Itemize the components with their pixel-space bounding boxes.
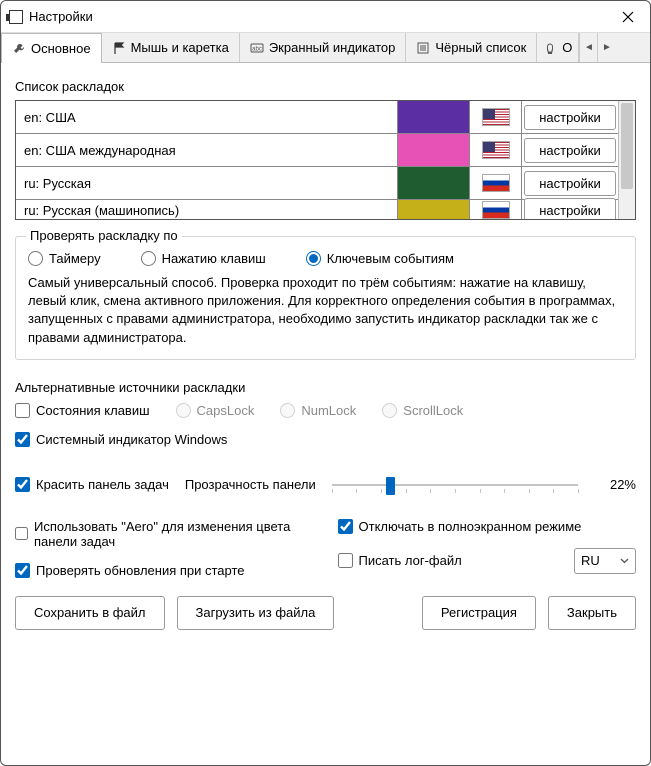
radio-scroll: ScrollLock (382, 403, 463, 418)
register-button[interactable]: Регистрация (422, 596, 536, 630)
check-group-title: Проверять раскладку по (26, 228, 182, 243)
tab-main[interactable]: Основное (1, 33, 102, 63)
layout-color-swatch (398, 134, 470, 166)
check-logfile-label: Писать лог-файл (359, 553, 462, 568)
close-icon (622, 11, 634, 23)
svg-text:abc: abc (252, 46, 262, 52)
check-group: Проверять раскладку по Таймеру Нажатию к… (15, 236, 636, 360)
check-updates[interactable]: Проверять обновления при старте (15, 563, 314, 578)
alt-sources: Альтернативные источники раскладки Состо… (15, 380, 636, 447)
check-sysind-label: Системный индикатор Windows (36, 432, 227, 447)
check-colorize-taskbar[interactable]: Красить панель задач (15, 477, 169, 492)
radio-events[interactable]: Ключевым событиям (306, 251, 454, 266)
window-title: Настройки (29, 9, 606, 24)
check-updates-label: Проверять обновления при старте (36, 563, 245, 578)
check-keystate[interactable]: Состояния клавиш (15, 403, 150, 418)
check-colorize-label: Красить панель задач (36, 477, 169, 492)
check-sysind[interactable]: Системный индикатор Windows (15, 432, 227, 447)
tab-scroll-left[interactable]: ◄ (579, 33, 597, 62)
layout-settings-button[interactable]: настройки (524, 171, 616, 196)
layout-color-swatch (398, 101, 470, 133)
check-desc: Самый универсальный способ. Проверка про… (28, 274, 623, 347)
chevron-down-icon (620, 558, 629, 564)
radio-num: NumLock (280, 403, 356, 418)
layout-settings-button[interactable]: настройки (524, 138, 616, 163)
layouts-scrollbar[interactable] (618, 101, 635, 219)
tab-mouse-label: Мышь и каретка (131, 40, 229, 55)
tab-about-label: О (562, 40, 572, 55)
radio-timer-label: Таймеру (49, 251, 101, 266)
tab-osd-label: Экранный индикатор (269, 40, 396, 55)
layouts-header: Список раскладок (15, 79, 636, 94)
save-to-file-button[interactable]: Сохранить в файл (15, 596, 165, 630)
content: Список раскладок en: СШАнастройкиen: США… (1, 63, 650, 644)
check-aero[interactable]: Использовать "Aero" для изменения цвета … (15, 519, 314, 549)
layout-row: en: США международная настройки (16, 134, 618, 167)
close-button[interactable]: Закрыть (548, 596, 636, 630)
check-keystate-label: Состояния клавиш (36, 403, 150, 418)
radio-caps: CapsLock (176, 403, 255, 418)
list-icon (416, 41, 430, 55)
opacity-label: Прозрачность панели (185, 477, 316, 492)
tab-blacklist[interactable]: Чёрный список (406, 33, 537, 62)
layout-flag (470, 167, 522, 199)
flag-icon (112, 41, 126, 55)
radio-timer[interactable]: Таймеру (28, 251, 101, 266)
load-from-file-button[interactable]: Загрузить из файла (177, 596, 335, 630)
layout-name: ru: Русская (машинопись) (16, 200, 398, 219)
osd-icon: abc (250, 41, 264, 55)
layout-settings-button[interactable]: настройки (524, 198, 616, 220)
taskbar-row: Красить панель задач Прозрачность панели… (15, 475, 636, 495)
layout-flag (470, 134, 522, 166)
app-flag-icon (9, 10, 23, 24)
layout-color-swatch (398, 200, 470, 219)
layout-name: ru: Русская (16, 167, 398, 199)
tab-osd[interactable]: abc Экранный индикатор (240, 33, 407, 62)
tab-main-label: Основное (31, 41, 91, 56)
alt-sources-title: Альтернативные источники раскладки (15, 380, 636, 395)
layout-name: en: США (16, 101, 398, 133)
layout-settings-button[interactable]: настройки (524, 105, 616, 130)
titlebar: Настройки (1, 1, 650, 33)
radio-scroll-label: ScrollLock (403, 403, 463, 418)
close-window-button[interactable] (606, 1, 650, 33)
radio-keypress-label: Нажатию клавиш (162, 251, 266, 266)
tab-blacklist-label: Чёрный список (435, 40, 526, 55)
radio-events-label: Ключевым событиям (327, 251, 454, 266)
ui-language-value: RU (581, 553, 600, 568)
tab-scroll-right[interactable]: ► (597, 33, 615, 62)
radio-keypress[interactable]: Нажатию клавиш (141, 251, 266, 266)
radio-caps-label: CapsLock (197, 403, 255, 418)
layout-flag (470, 200, 522, 219)
radio-num-label: NumLock (301, 403, 356, 418)
ui-language-select[interactable]: RU (574, 548, 636, 574)
layout-flag (470, 101, 522, 133)
check-fullscreen[interactable]: Отключать в полноэкранном режиме (338, 519, 637, 534)
wrench-icon (12, 42, 26, 56)
slider-thumb[interactable] (386, 477, 395, 495)
layout-name: en: США международная (16, 134, 398, 166)
layout-row: ru: Русская (машинопись) настройки (16, 200, 618, 219)
check-aero-label: Использовать "Aero" для изменения цвета … (34, 519, 314, 549)
tab-mouse[interactable]: Мышь и каретка (102, 33, 240, 62)
check-logfile[interactable]: Писать лог-файл (338, 553, 462, 568)
layouts-list: en: США настройки en: США международная нас… (15, 100, 636, 220)
check-fullscreen-label: Отключать в полноэкранном режиме (359, 519, 582, 534)
tab-about[interactable]: О (537, 33, 579, 62)
layout-row: ru: Русская настройки (16, 167, 618, 200)
opacity-value: 22% (594, 477, 636, 492)
scrollbar-thumb[interactable] (621, 103, 633, 189)
layout-color-swatch (398, 167, 470, 199)
about-icon (543, 41, 557, 55)
misc-options: Использовать "Aero" для изменения цвета … (15, 519, 636, 578)
footer: Сохранить в файл Загрузить из файла Реги… (15, 596, 636, 630)
tabbar: Основное Мышь и каретка abc Экранный инд… (1, 33, 650, 63)
opacity-slider[interactable] (332, 475, 578, 495)
layout-row: en: США настройки (16, 101, 618, 134)
